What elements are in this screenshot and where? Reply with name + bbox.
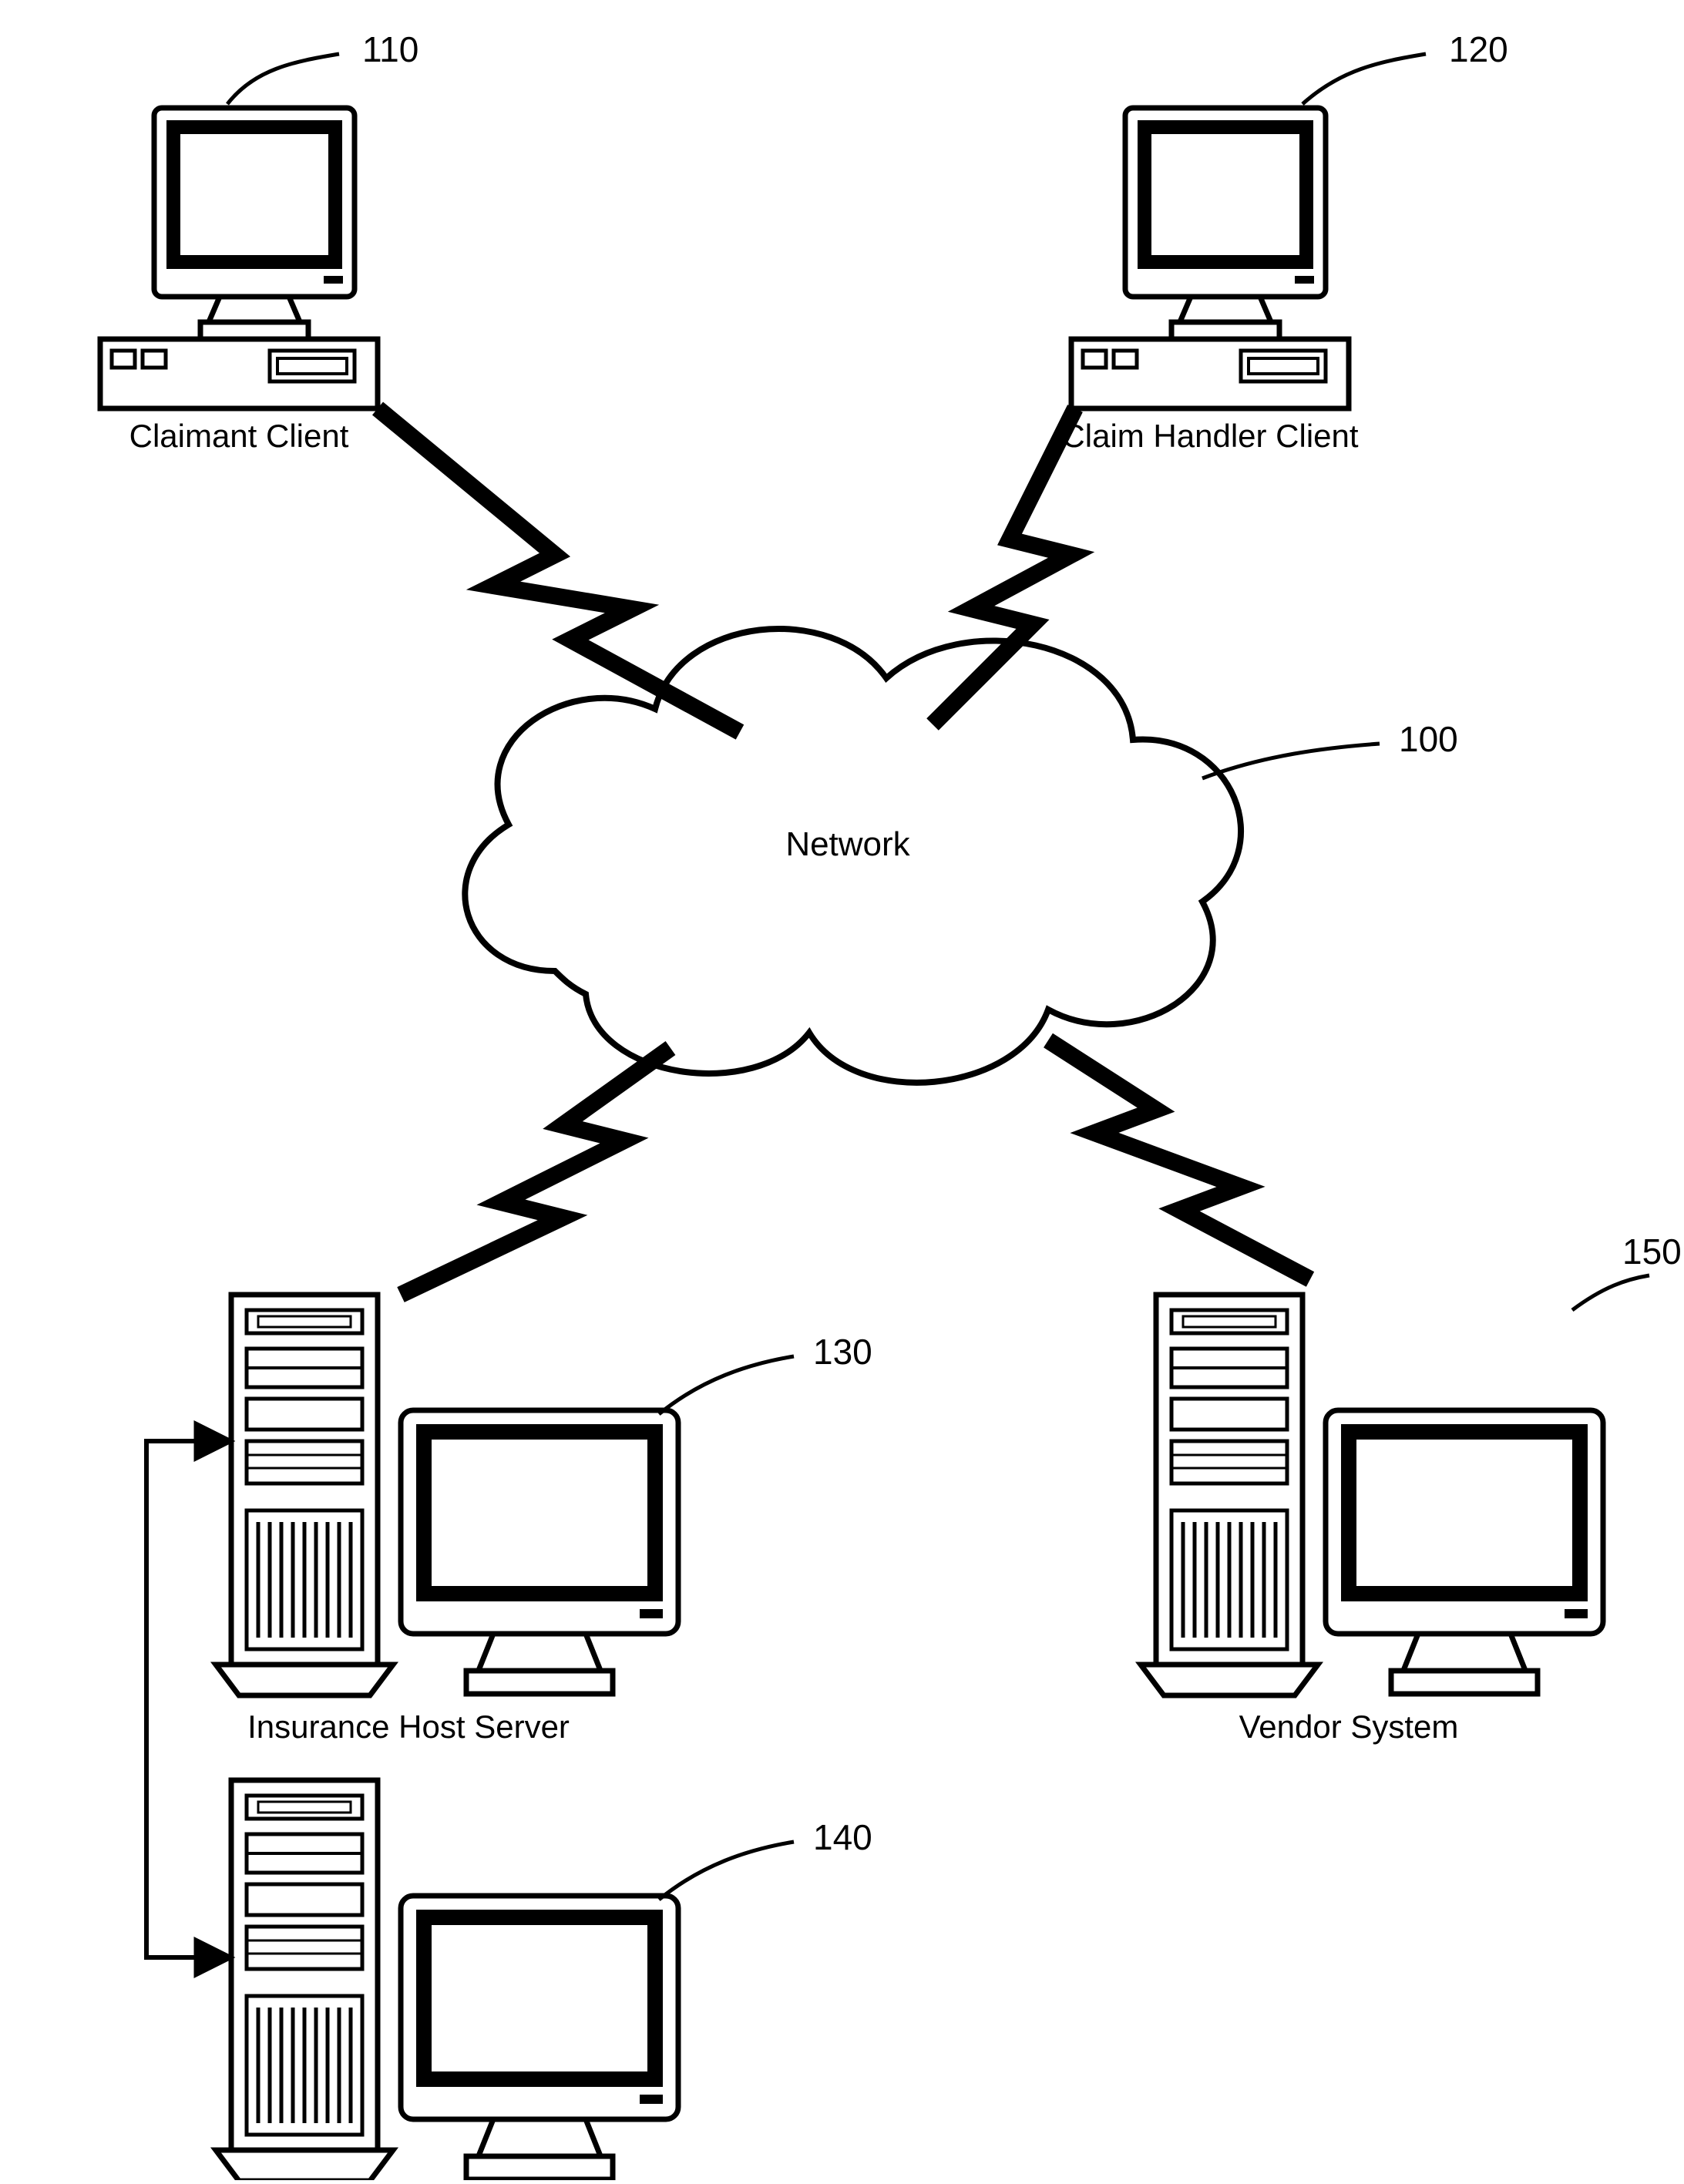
ref-130: 130 [813,1332,872,1372]
node-claimant-client [100,108,378,408]
node-vendor-tower [1141,1295,1318,1695]
leader-150 [1572,1275,1649,1310]
link-network-to-vendor [1048,1040,1310,1279]
label-claimant-client: Claimant Client [129,418,349,454]
ref-100: 100 [1399,719,1458,759]
node-backoffice-tower [216,1780,393,2180]
leader-120 [1302,54,1426,104]
label-claim-handler-client: Claim Handler Client [1061,418,1358,454]
label-insurance-host: Insurance Host Server [247,1709,570,1745]
node-claim-handler-client [1071,108,1349,408]
node-vendor-monitor [1326,1410,1603,1694]
label-vendor: Vendor System [1239,1709,1459,1745]
ref-150: 150 [1622,1231,1682,1272]
leader-130 [659,1356,794,1414]
leader-100 [1202,744,1380,778]
ref-110: 110 [362,29,418,69]
label-network: Network [785,825,910,863]
diagram-canvas: Claimant Client 110 Claim Handler Client… [0,0,1684,2180]
ref-140: 140 [813,1817,872,1857]
node-insurance-host-monitor [401,1410,678,1694]
ref-120: 120 [1449,29,1508,69]
node-insurance-host-server [216,1295,393,1695]
node-backoffice-monitor [401,1896,678,2179]
leader-140 [659,1842,794,1900]
leader-110 [227,54,339,104]
link-host-to-backoffice [146,1441,231,1957]
link-network-to-host [401,1048,671,1295]
